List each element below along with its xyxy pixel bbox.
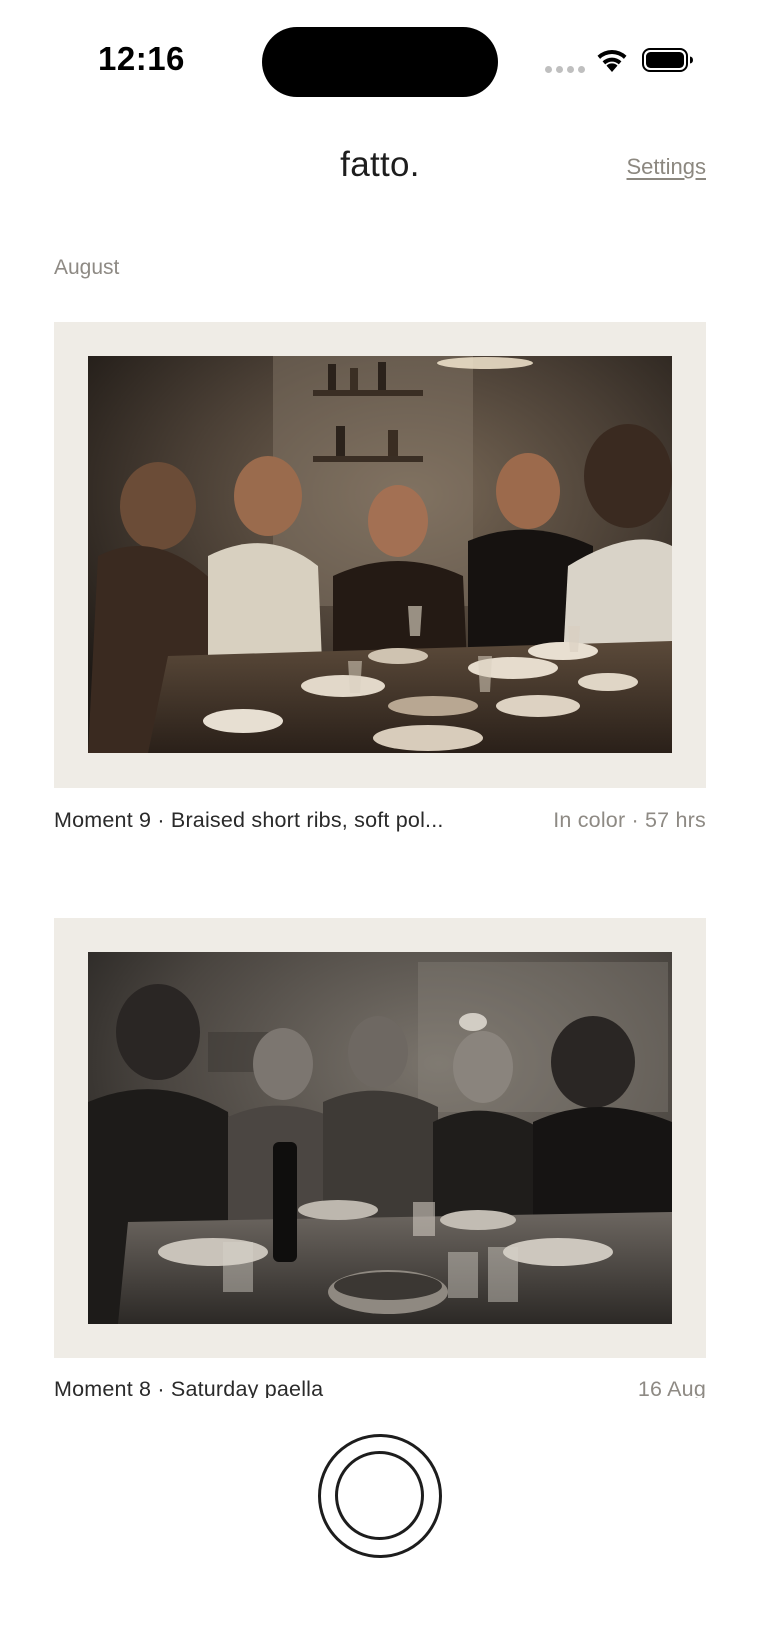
app-screen: 12:16 fatto. Settings August Moment 9 · … <box>0 0 760 1652</box>
moment-card-frame[interactable] <box>54 322 706 788</box>
shutter-inner-ring <box>335 1451 424 1540</box>
moment-card-frame[interactable] <box>54 918 706 1358</box>
month-label: August <box>54 256 120 279</box>
status-time: 12:16 <box>98 40 185 77</box>
settings-link[interactable]: Settings <box>627 154 707 180</box>
color-dinner-photo[interactable] <box>88 356 672 753</box>
wifi-icon <box>597 49 627 72</box>
moment-meta: In color · 57 hrs <box>553 808 706 832</box>
moment-caption: Moment 9 · Braised short ribs, soft pol.… <box>54 808 706 833</box>
cellular-signal-icon <box>545 66 585 73</box>
moment-title: Moment 9 · Braised short ribs, soft pol.… <box>54 808 444 832</box>
monochrome-dinner-photo[interactable] <box>88 952 672 1324</box>
shutter-button[interactable] <box>318 1434 442 1558</box>
dynamic-island <box>262 27 498 97</box>
battery-icon <box>642 48 693 72</box>
